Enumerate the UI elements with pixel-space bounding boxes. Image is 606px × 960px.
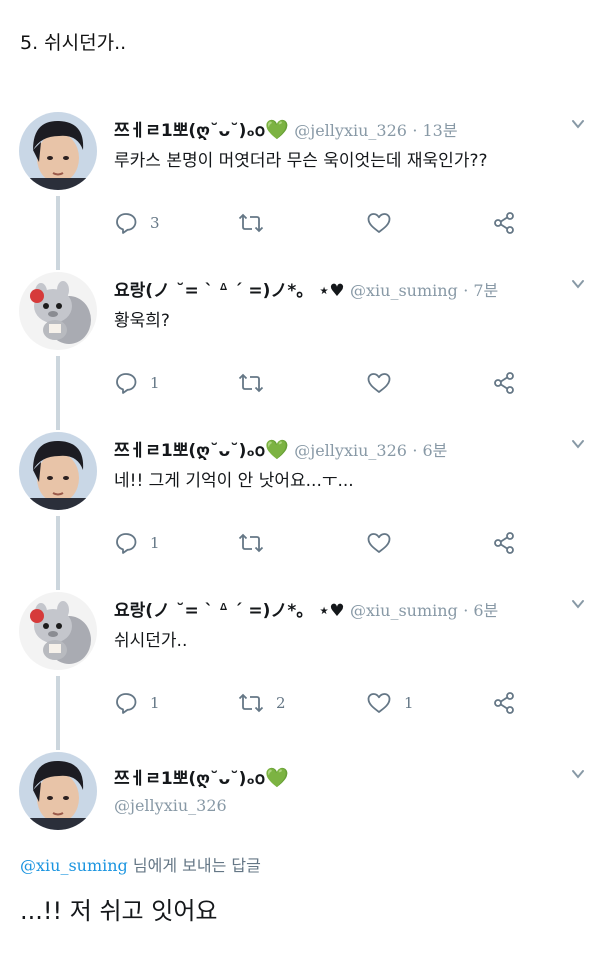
chevron-down-icon[interactable] <box>570 766 586 782</box>
retweet-button[interactable] <box>238 210 276 236</box>
timestamp[interactable]: · 7분 <box>463 281 498 300</box>
user-handle[interactable]: @jellyxiu_326 <box>294 121 407 140</box>
reply-count: 3 <box>150 214 160 232</box>
share-button[interactable] <box>492 210 516 236</box>
green-heart-icon: 💚 <box>265 767 289 789</box>
tweet-text: 네!! 그게 기억이 안 낫어요...ㅜ... <box>114 471 354 491</box>
display-name[interactable]: 쯔ㅔㄹ1뽀(ღ˘ᴗ˘)ₒ𝗈 <box>114 769 265 789</box>
timestamp[interactable]: · 13분 <box>412 121 457 140</box>
avatar[interactable] <box>19 432 97 510</box>
reply-icon <box>114 691 138 715</box>
reply-count: 1 <box>150 374 160 392</box>
thread-line <box>56 516 60 590</box>
avatar[interactable] <box>19 752 97 830</box>
retweet-icon <box>238 691 264 715</box>
display-name[interactable]: 요랑(ノ ˘= ˋ ᐞ ˊ =)ノ*。 <box>114 281 313 301</box>
reply-icon <box>114 531 138 555</box>
tweet-text: 쉬시던가.. <box>114 631 188 651</box>
thread-line <box>56 676 60 750</box>
green-heart-icon: 💚 <box>265 439 289 461</box>
reply-button[interactable]: 1 <box>114 370 160 396</box>
share-icon <box>492 211 516 235</box>
share-button[interactable] <box>492 530 516 556</box>
reply-context: @xiu_suming 님에게 보내는 답글 <box>20 852 261 876</box>
star-heart-emoji: ⋆♥ <box>318 281 345 301</box>
chevron-down-icon[interactable] <box>570 596 586 612</box>
chevron-down-icon[interactable] <box>570 276 586 292</box>
share-icon <box>492 691 516 715</box>
focused-tweet-text: ...!! 저 쉬고 잇어요 <box>20 897 218 925</box>
chevron-down-icon[interactable] <box>570 116 586 132</box>
display-name[interactable]: 쯔ㅔㄹ1뽀(ღ˘ᴗ˘)ₒ𝗈 <box>114 441 265 461</box>
like-button[interactable] <box>366 370 404 396</box>
retweet-icon <box>238 211 264 235</box>
reply-button[interactable]: 1 <box>114 690 160 716</box>
page-heading: 5. 쉬시던가.. <box>20 32 127 54</box>
like-count: 1 <box>404 694 414 712</box>
green-heart-icon: 💚 <box>265 119 289 141</box>
like-button[interactable] <box>366 530 404 556</box>
tweet-actions: 1 <box>114 370 574 400</box>
retweet-button[interactable]: 2 <box>238 690 286 716</box>
reply-button[interactable]: 1 <box>114 530 160 556</box>
reply-icon <box>114 211 138 235</box>
reply-context-label: 님에게 보내는 답글 <box>132 856 261 875</box>
share-icon <box>492 531 516 555</box>
star-heart-emoji: ⋆♥ <box>318 601 345 621</box>
like-icon <box>366 211 392 235</box>
avatar[interactable] <box>19 592 97 670</box>
like-icon <box>366 691 392 715</box>
user-handle[interactable]: @xiu_suming <box>350 601 458 620</box>
reply-mention-link[interactable]: @xiu_suming <box>20 856 128 875</box>
thread-line <box>56 196 60 270</box>
reply-icon <box>114 371 138 395</box>
display-name[interactable]: 쯔ㅔㄹ1뽀(ღ˘ᴗ˘)ₒ𝗈 <box>114 121 265 141</box>
avatar[interactable] <box>19 112 97 190</box>
like-button[interactable]: 1 <box>366 690 414 716</box>
tweet-text: 루카스 본명이 머엿더라 무슨 욱이엇는데 재욱인가?? <box>114 151 488 171</box>
like-icon <box>366 531 392 555</box>
tweet-text: 황욱희? <box>114 311 170 331</box>
user-handle[interactable]: @xiu_suming <box>350 281 458 300</box>
user-handle[interactable]: @jellyxiu_326 <box>114 796 227 815</box>
retweet-count: 2 <box>276 694 286 712</box>
share-button[interactable] <box>492 370 516 396</box>
thread-line <box>56 356 60 430</box>
avatar[interactable] <box>19 272 97 350</box>
display-name[interactable]: 요랑(ノ ˘= ˋ ᐞ ˊ =)ノ*。 <box>114 601 313 621</box>
user-handle[interactable]: @jellyxiu_326 <box>294 441 407 460</box>
reply-count: 1 <box>150 694 160 712</box>
tweet-actions: 1 2 1 <box>114 690 574 720</box>
chevron-down-icon[interactable] <box>570 436 586 452</box>
retweet-button[interactable] <box>238 530 276 556</box>
tweet-actions: 1 <box>114 530 574 560</box>
like-button[interactable] <box>366 210 404 236</box>
tweet-actions: 3 <box>114 210 574 240</box>
reply-button[interactable]: 3 <box>114 210 160 236</box>
retweet-icon <box>238 371 264 395</box>
share-icon <box>492 371 516 395</box>
like-icon <box>366 371 392 395</box>
retweet-button[interactable] <box>238 370 276 396</box>
timestamp[interactable]: · 6분 <box>412 441 447 460</box>
timestamp[interactable]: · 6분 <box>463 601 498 620</box>
reply-count: 1 <box>150 534 160 552</box>
retweet-icon <box>238 531 264 555</box>
share-button[interactable] <box>492 690 516 716</box>
